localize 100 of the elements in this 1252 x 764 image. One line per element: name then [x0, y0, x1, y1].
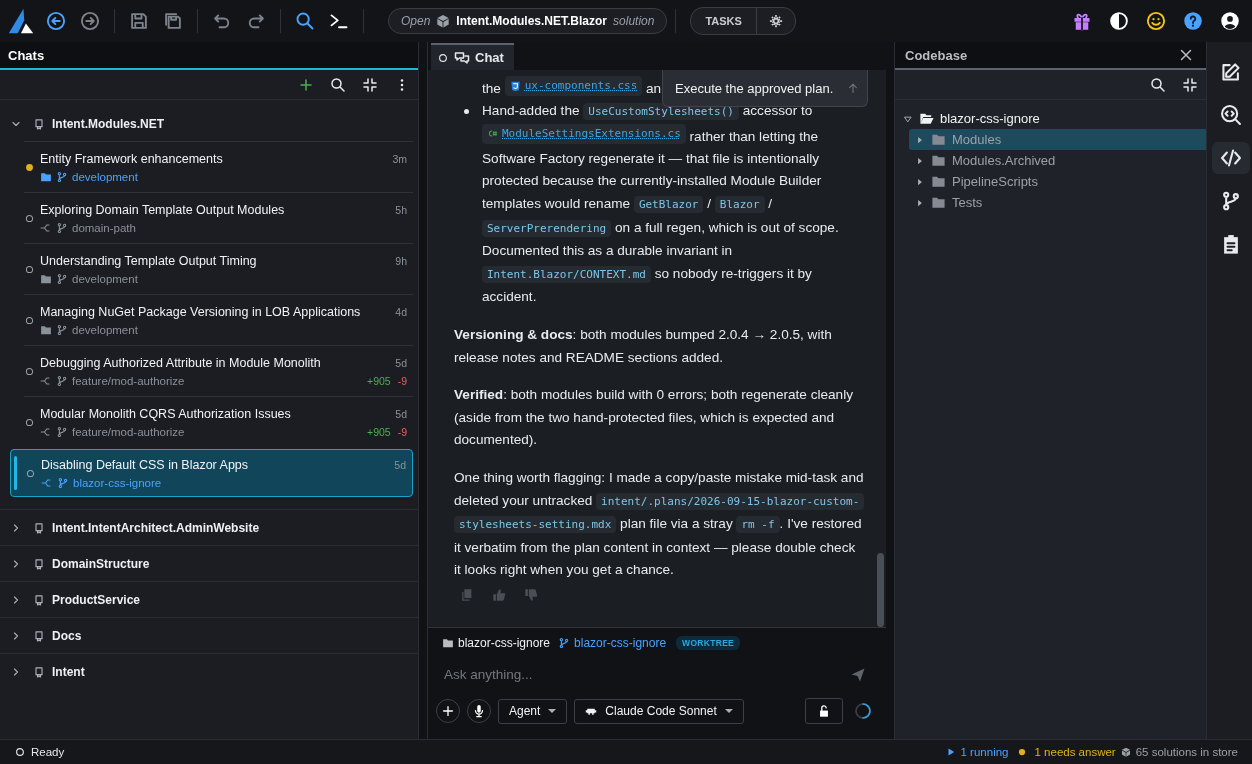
branch-icon: [56, 221, 68, 234]
scrollbar[interactable]: [877, 553, 884, 627]
chat-title: Managing NuGet Package Versioning in LOB Applications: [40, 304, 361, 319]
running-status[interactable]: 1 running: [960, 746, 1009, 758]
expand-triangle-icon[interactable]: [903, 113, 913, 124]
chat-title: Modular Monolith CQRS Authorization Issues: [40, 406, 291, 421]
contrast-icon[interactable]: [1109, 11, 1129, 31]
tooltip-text: Execute the approved plan.: [675, 80, 834, 96]
settings-icon[interactable]: [768, 14, 783, 28]
inline-code: Intent.Blazor/CONTEXT.md: [482, 265, 651, 283]
logo-icon: [8, 8, 34, 34]
message-input[interactable]: Ask anything...: [442, 663, 850, 686]
unlock-icon[interactable]: [817, 704, 831, 718]
project-row[interactable]: DomainStructure: [0, 545, 418, 581]
chat-item[interactable]: Managing NuGet Package Versioning in LOB Applications 4d development: [24, 294, 413, 345]
search-icon[interactable]: [295, 11, 315, 31]
thumbs-up-icon[interactable]: [492, 587, 506, 602]
chat-title: Disabling Default CSS in Blazor Apps: [41, 457, 249, 472]
help-icon[interactable]: [1183, 11, 1203, 31]
branch-name: domain-path: [72, 221, 136, 234]
status-text: Ready: [31, 746, 65, 758]
tree-item[interactable]: Tests: [909, 192, 1206, 213]
tree-item[interactable]: Modules.Archived: [909, 150, 1206, 171]
lines-removed: -9: [397, 425, 407, 438]
tree-item[interactable]: Modules: [909, 129, 1206, 150]
lines-added: +905: [367, 425, 391, 438]
branch-icon: [56, 425, 68, 438]
panel-title: Chats: [8, 47, 45, 63]
chat-item[interactable]: Disabling Default CSS in Blazor Apps 5d blazor-css-ignore: [10, 449, 413, 497]
folder-icon: [40, 170, 52, 183]
project-row[interactable]: ProductService: [0, 581, 418, 617]
folder-icon: [40, 323, 52, 336]
microphone-icon[interactable]: [472, 704, 486, 718]
chat-item[interactable]: Debugging Authorized Attribute in Module Monolith 5d feature/mod-authorize +905 -9: [24, 345, 413, 396]
branch-icon: [57, 476, 69, 489]
open-folder-icon: [919, 111, 934, 126]
inline-code: rm -f: [736, 516, 780, 534]
chat-item[interactable]: Understanding Template Output Timing 9h development: [24, 243, 413, 294]
new-chat-icon[interactable]: [298, 76, 314, 93]
mode-dropdown[interactable]: Agent: [498, 698, 568, 724]
project-row[interactable]: Docs: [0, 617, 418, 653]
branch-icon[interactable]: [1220, 190, 1242, 212]
chat-item[interactable]: Modular Monolith CQRS Authorization Issues 5d feature/mod-authorize +905 -9: [24, 396, 413, 447]
chat-title: Exploring Domain Template Output Modules: [40, 202, 285, 217]
fork-icon: [40, 374, 52, 387]
status-ring-icon: [24, 314, 35, 326]
project-row[interactable]: Intent.IntentArchitect.AdminWebsite: [0, 509, 418, 545]
code-icon[interactable]: [1220, 147, 1242, 169]
chats-icon: [454, 49, 470, 66]
open-solution-button[interactable]: Open Intent.Modules.NET.Blazor solution: [388, 8, 668, 34]
back-icon[interactable]: [46, 11, 66, 31]
folder-name: blazor-css-ignore: [458, 636, 551, 650]
file-link[interactable]: ux-components.css: [504, 76, 643, 96]
branch-name: development: [72, 170, 138, 183]
status-ring-icon: [24, 416, 35, 428]
chat-tab[interactable]: Chat: [431, 43, 514, 70]
terminal-icon[interactable]: [329, 11, 349, 31]
lines-removed: -9: [397, 374, 407, 387]
close-icon[interactable]: [1178, 47, 1194, 63]
chat-item[interactable]: Entity Framework enhancements 3m development: [24, 141, 413, 192]
project-row[interactable]: Intent.Modules.NET: [0, 106, 418, 141]
collapse-icon[interactable]: [362, 76, 378, 93]
file-link[interactable]: ModuleSettingsExtensions.cs: [482, 123, 686, 144]
model-dropdown[interactable]: Claude Code Sonnet: [574, 698, 744, 724]
smiley-icon[interactable]: [1146, 11, 1166, 31]
folder-icon: [931, 132, 946, 147]
chat-title: Understanding Template Output Timing: [40, 253, 257, 268]
gift-icon[interactable]: [1072, 11, 1092, 31]
attach-icon[interactable]: [441, 704, 455, 718]
status-ring-icon: [25, 467, 36, 479]
tree-item[interactable]: PipelineScripts: [909, 171, 1206, 192]
branch-name: blazor-css-ignore: [73, 476, 162, 489]
panel-title: Codebase: [905, 47, 968, 63]
store-status: 65 solutions in store: [1135, 746, 1238, 758]
chat-item[interactable]: Exploring Domain Template Output Modules 5h domain-path: [24, 192, 413, 243]
message-paragraph: Verified: both modules build with 0 errors; both regenerate cleanly (aside from the two hand-protected files, which is expected and documented).: [454, 386, 854, 450]
branch-icon: [56, 272, 68, 285]
branch-name: feature/mod-authorize: [72, 425, 185, 438]
thumbs-down-icon[interactable]: [524, 587, 538, 602]
fork-icon: [40, 221, 52, 234]
branch-name: blazor-css-ignore: [574, 636, 667, 650]
branch-icon: [56, 323, 68, 336]
folder-icon: [931, 153, 946, 168]
send-icon[interactable]: [850, 666, 866, 683]
collapse-icon[interactable]: [1182, 76, 1198, 93]
message-paragraph: One thing worth flagging: I made a copy/paste mistake mid-task and deleted your untracked intent/.plans/2026-09-15-blazor-custom-stylesheets-setting.mdx plan file via a stray rm -f . I've restored it verbatim from the plan content in context — please double check it looks right when you get a chance.: [454, 468, 864, 580]
chat-time: 5d: [395, 407, 407, 420]
cube-icon: [436, 14, 451, 28]
code-search-icon[interactable]: [1220, 104, 1242, 126]
up-arrow-icon: [847, 82, 860, 94]
tree-item[interactable]: blazor-css-ignore: [895, 108, 1206, 129]
account-icon[interactable]: [1220, 11, 1240, 31]
css-file-icon: [509, 80, 521, 92]
chat-time: 4d: [395, 305, 407, 318]
spinner-icon: [854, 702, 872, 720]
edit-icon[interactable]: [1220, 61, 1242, 83]
project-row[interactable]: Intent: [0, 653, 418, 689]
needs-answer-status[interactable]: 1 needs answer: [1034, 746, 1116, 758]
fork-icon: [40, 425, 52, 438]
cube-icon: [1120, 747, 1131, 757]
